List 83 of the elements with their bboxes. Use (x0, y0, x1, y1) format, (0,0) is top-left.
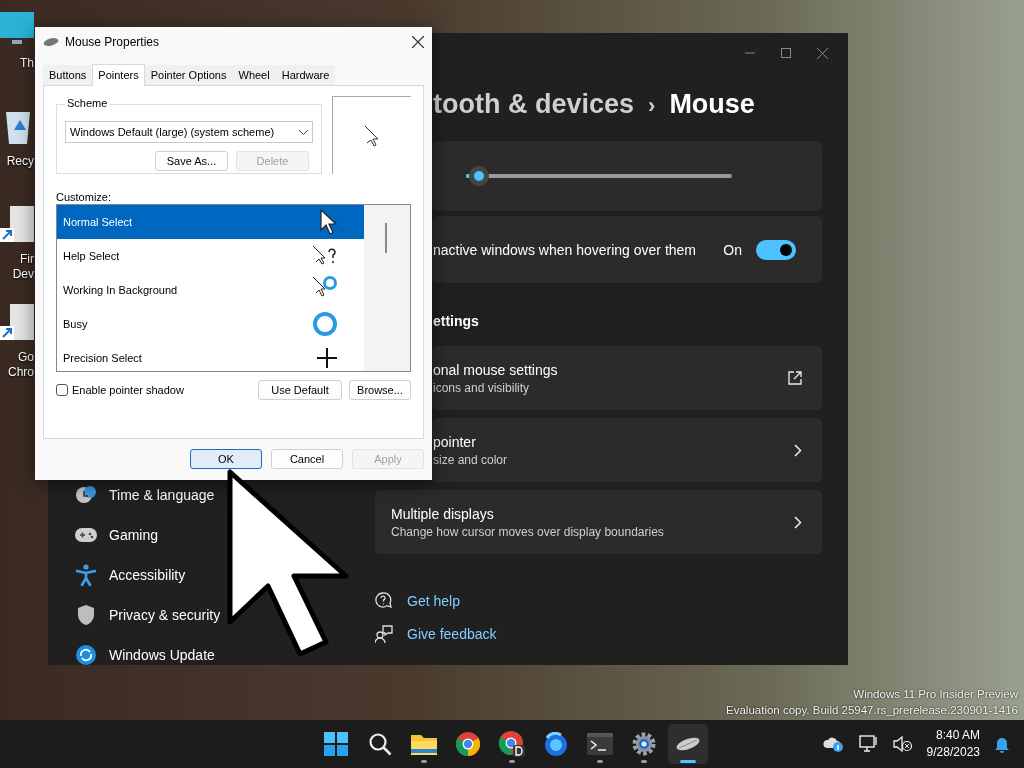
arrow-cursor-icon (320, 209, 338, 235)
tab[interactable]: Pointer Options (144, 65, 233, 85)
shield-icon (76, 604, 96, 626)
sidebar-item[interactable]: Gaming (109, 527, 159, 543)
gear-icon (631, 731, 657, 757)
pointer-list-item[interactable]: Help Select (57, 239, 364, 273)
breadcrumb-separator: › (648, 93, 656, 119)
list-label: Customize: (56, 191, 113, 204)
taskbar-button[interactable] (668, 724, 708, 764)
tab[interactable]: Pointers (92, 64, 145, 86)
sidebar-item[interactable]: Privacy & security (109, 607, 221, 623)
external-link-icon (788, 371, 802, 385)
sidebar-item[interactable]: Windows Update (109, 647, 215, 663)
watermark-text: Evaluation copy. Build 25947.rs_prerelease.230901-1416 (726, 703, 1018, 718)
toggle-state-label: On (723, 241, 742, 258)
clock-date[interactable]: 9/28/2023 (926, 744, 980, 761)
scheme-dropdown[interactable]: Windows Default (large) (system scheme) (65, 121, 313, 143)
folder-icon (411, 732, 437, 756)
accessibility-icon (76, 564, 96, 586)
checkbox[interactable] (56, 384, 68, 396)
help-link[interactable]: Get help (407, 592, 460, 609)
notification-bell-icon[interactable] (994, 735, 1010, 753)
busy-ring-icon (312, 311, 338, 337)
chevron-right-icon (794, 443, 802, 457)
breadcrumb-parent[interactable]: tooth & devices (433, 89, 635, 120)
tab[interactable]: Buttons (43, 65, 93, 85)
help-cursor-icon (312, 245, 338, 267)
group-label: Scheme (65, 97, 110, 109)
crosshair-icon (316, 347, 338, 369)
chevron-right-icon (794, 515, 802, 529)
update-icon (75, 644, 97, 666)
page-title: Mouse (669, 89, 755, 120)
maximize-icon[interactable] (781, 48, 791, 58)
card-title: onal mouse settings (433, 361, 558, 378)
checkbox-label[interactable]: Enable pointer shadow (72, 384, 184, 396)
scrollbar-thumb[interactable] (385, 223, 387, 253)
card-subtitle: icons and visibility (433, 380, 531, 395)
settings-card[interactable]: pointer size and color (432, 418, 822, 482)
scheme-button[interactable]: Save As... (155, 151, 228, 171)
mouse-icon (675, 736, 701, 752)
clock-time[interactable]: 8:40 AM (935, 727, 980, 744)
feedback-icon (375, 624, 393, 643)
help-chat-icon (375, 591, 393, 610)
sidebar-item[interactable]: Time & language (109, 487, 215, 503)
cloud-info-icon[interactable] (822, 735, 845, 753)
dialog-button[interactable]: OK (190, 449, 262, 469)
pointer-list-item[interactable]: Precision Select (57, 341, 364, 371)
desktop-icon-label[interactable]: Go Chro (8, 350, 34, 380)
card-subtitle: size and color (433, 452, 508, 467)
desktop-icon-label[interactable]: Th (20, 56, 34, 71)
start-icon (324, 732, 348, 756)
dialog-title: Mouse Properties (65, 35, 161, 49)
terminal-icon (587, 733, 613, 755)
card-title: Multiple displays (391, 505, 495, 522)
sidebar-item[interactable]: Accessibility (109, 567, 186, 583)
tab[interactable]: Hardware (275, 65, 336, 85)
settings-card[interactable]: onal mouse settings icons and visibility (432, 346, 822, 410)
card-subtitle: Change how cursor moves over display boundaries (391, 524, 664, 539)
tab[interactable]: Wheel (232, 65, 276, 85)
list-button[interactable]: Browse... (349, 380, 411, 400)
dialog-button[interactable]: Cancel (271, 449, 343, 469)
pointer-list-item[interactable]: Busy (57, 307, 364, 341)
card-title: pointer (433, 433, 477, 450)
pointer-list-item[interactable]: Working In Background (57, 273, 364, 307)
close-icon[interactable] (412, 36, 424, 48)
setting-label: nactive windows when hovering over them (433, 241, 698, 258)
settings-card[interactable]: Multiple displays Change how cursor moves over display boundaries (375, 490, 822, 554)
desktop-icon-label[interactable]: Fir Dev (12, 252, 34, 282)
help-link[interactable]: Give feedback (407, 625, 497, 642)
toggle-switch[interactable] (756, 239, 796, 260)
network-icon[interactable] (858, 735, 879, 753)
desktop-icon-label[interactable]: Recy (6, 154, 34, 169)
search-icon (368, 732, 392, 756)
pointer-list-item[interactable]: Normal Select (57, 205, 364, 239)
list-button[interactable]: Use Default (258, 380, 342, 400)
caret-icon (299, 129, 308, 135)
watermark-text: Windows 11 Pro Insider Preview (853, 687, 1018, 702)
section-heading: ettings (432, 313, 480, 331)
muted-speaker-icon[interactable] (892, 735, 913, 753)
gamepad-icon (75, 527, 97, 543)
shortcut-icon[interactable] (0, 302, 34, 342)
shortcut-icon[interactable] (0, 204, 34, 244)
mouse-icon (43, 37, 59, 47)
